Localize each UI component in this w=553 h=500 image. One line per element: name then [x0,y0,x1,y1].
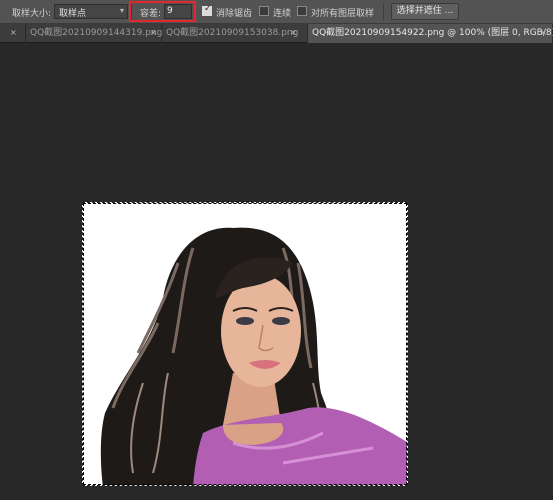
tab-document-2[interactable]: QQ截图20210909153038.png × [162,24,308,43]
close-icon[interactable]: × [150,24,157,42]
contiguous-label: 连续 [273,9,292,19]
anti-alias-checkbox[interactable] [202,4,212,16]
tab-document-3[interactable]: QQ截图20210909154922.png @ 100% (图层 0, RGB… [308,24,553,43]
tab-label: QQ截图20210909154922.png @ 100% (图层 0, RGB… [312,28,553,38]
woman-photo-image [100,227,407,485]
sample-size-label: 取样大小: [12,9,52,19]
chevron-down-icon: ▾ [119,6,124,15]
options-bar: 取样大小: 取样点 ▾ 容差: 9 消除锯齿 连续 对所有图层取样 选择并遮住 … [0,0,553,24]
select-and-mask-button[interactable]: 选择并遮住 ... [391,3,459,20]
anti-alias-label: 消除锯齿 [216,9,253,19]
document-tab-bar: × QQ截图20210909144319.png × QQ截图202109091… [0,24,553,43]
tab-label: QQ截图20210909153038.png [166,28,299,38]
sample-size-value: 取样点 [59,9,87,19]
contiguous-checkbox[interactable] [259,6,269,16]
close-icon[interactable]: × [540,24,547,42]
document-image[interactable] [82,202,408,486]
tab-document-1[interactable]: QQ截图20210909144319.png × [26,24,162,43]
close-icon[interactable]: × [10,24,17,42]
close-icon[interactable]: × [290,24,297,42]
sample-all-layers-checkbox[interactable] [297,6,307,16]
tab-label: QQ截图20210909144319.png [30,28,163,38]
tab-previous[interactable]: × [0,24,26,43]
divider [383,4,384,20]
sample-size-select[interactable]: 取样点 ▾ [54,4,128,19]
tolerance-highlight-box [129,1,196,22]
sample-all-layers-label: 对所有图层取样 [311,9,375,19]
